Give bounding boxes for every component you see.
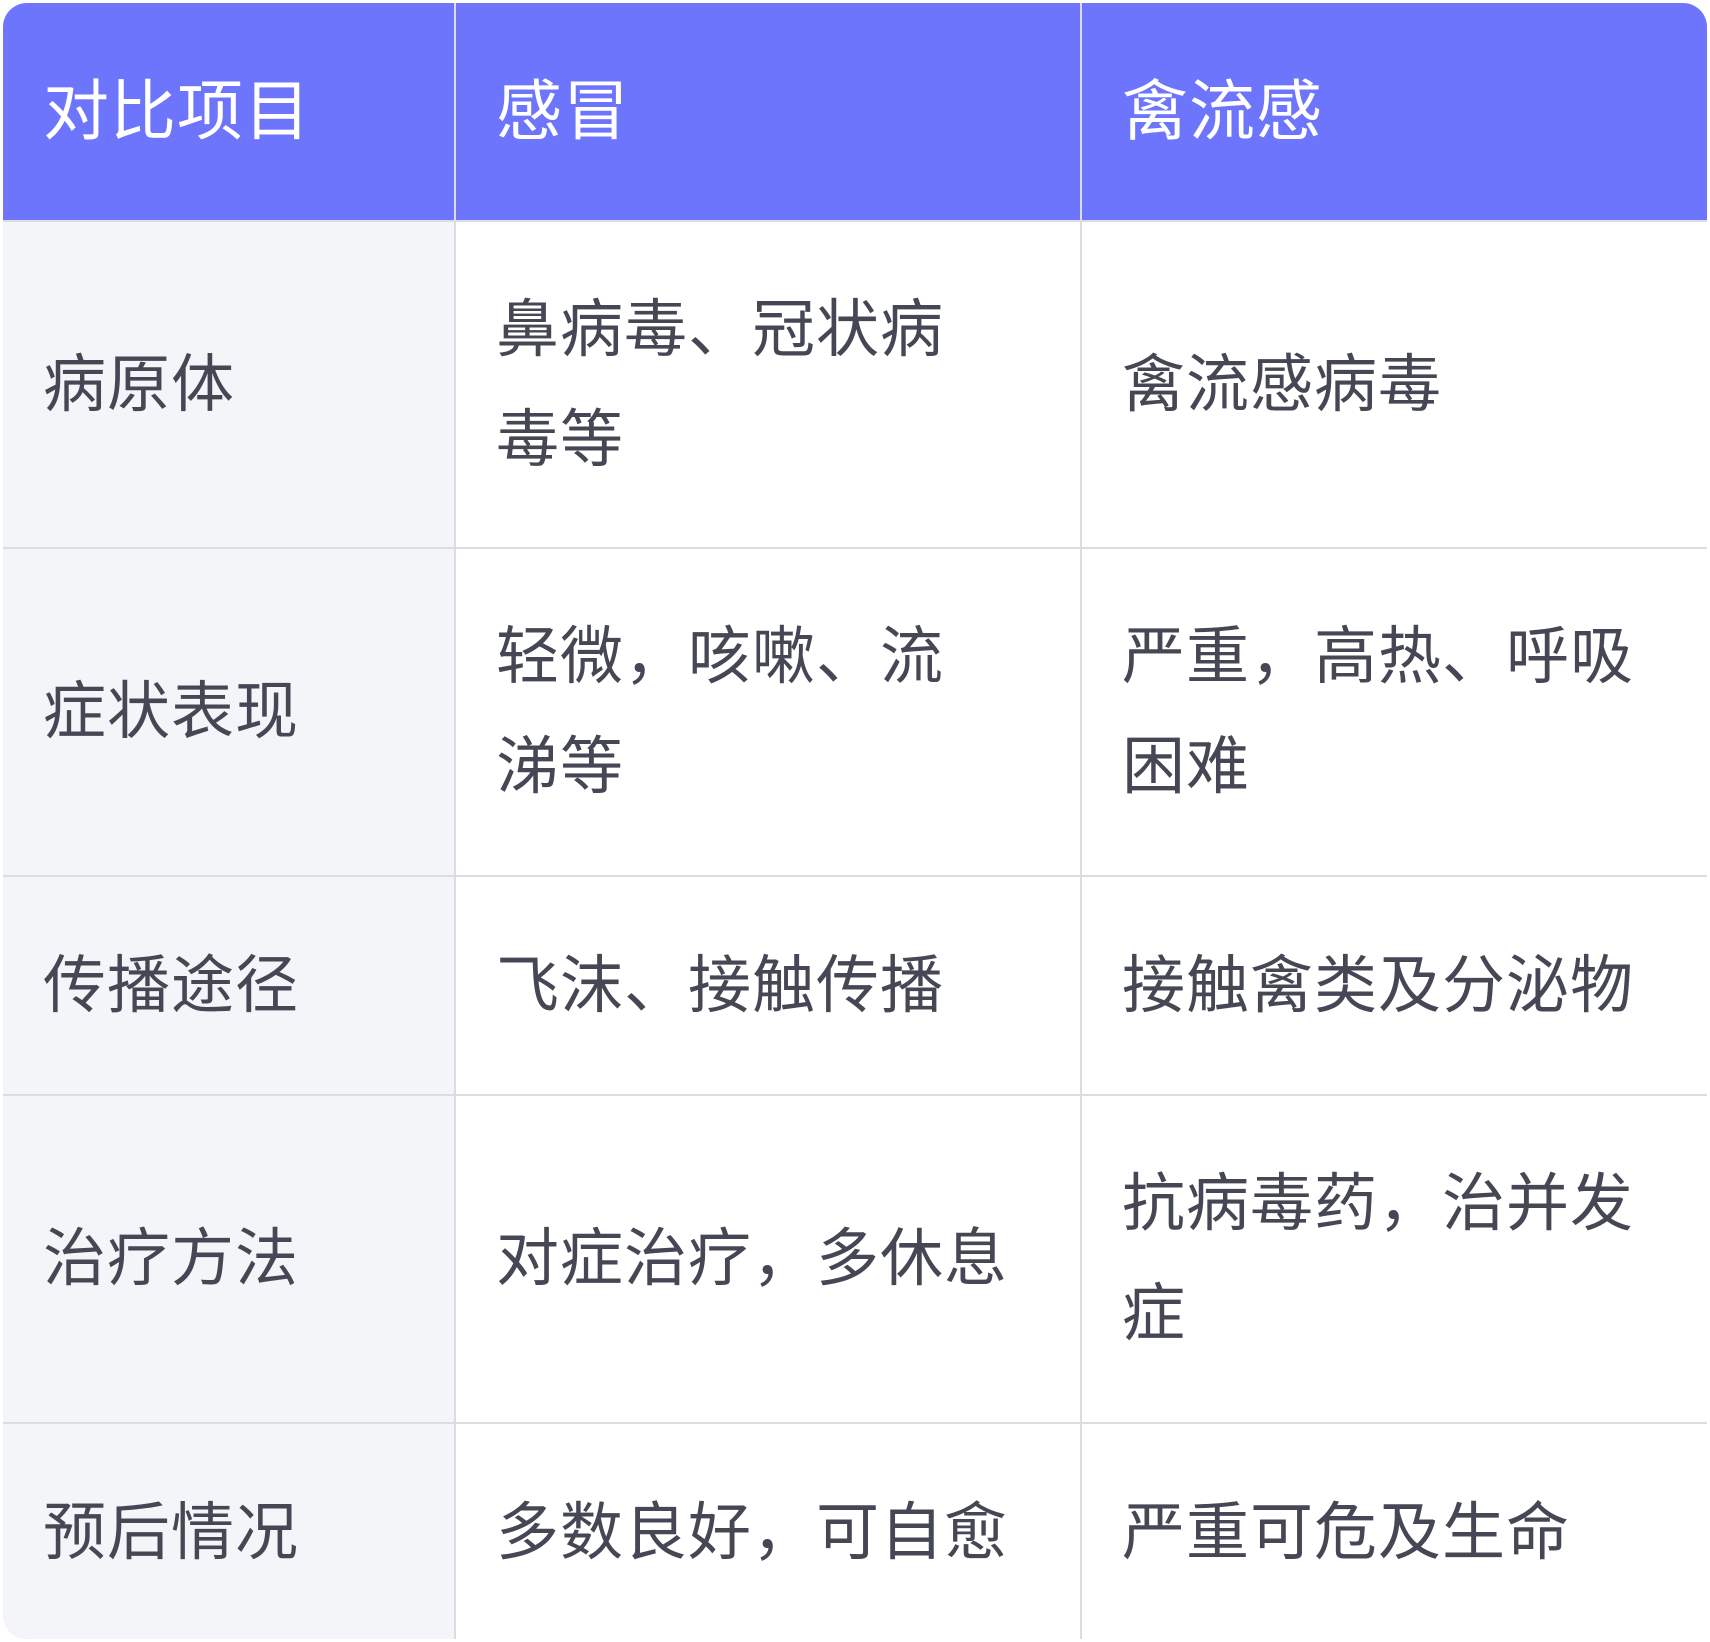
cell-text: 禽流感病毒 — [1122, 347, 1442, 421]
row-label-text: 症状表现 — [43, 675, 299, 748]
row-label-text: 病原体 — [43, 347, 235, 421]
table-cell: 禽流感病毒 — [1082, 222, 1707, 547]
table-cell: 飞沫、接触传播 — [456, 877, 1080, 1094]
cell-text: 严重，高热、呼吸困难 — [1122, 620, 1634, 803]
header-label: 对比项目 — [43, 72, 311, 150]
row-label-text: 预后情况 — [43, 1495, 299, 1569]
row-label: 预后情况 — [3, 1424, 454, 1639]
table-cell: 接触禽类及分泌物 — [1082, 877, 1707, 1094]
header-cell-cold: 感冒 — [456, 3, 1080, 220]
table-cell: 多数良好，可自愈 — [456, 1424, 1080, 1639]
table-cell: 抗病毒药，治并发症 — [1082, 1096, 1707, 1422]
row-label: 症状表现 — [3, 549, 454, 875]
cell-text: 轻微，咳嗽、流涕等 — [496, 620, 944, 803]
row-label-text: 治疗方法 — [43, 1222, 299, 1295]
row-label-text: 传播途径 — [43, 948, 299, 1022]
cell-text: 严重可危及生命 — [1122, 1495, 1570, 1569]
comparison-table: 对比项目 感冒 禽流感 病原体 鼻病毒、冠状病毒等 禽流感病毒 症状表现 轻微，… — [3, 3, 1707, 1639]
header-cell-avian-flu: 禽流感 — [1082, 3, 1707, 220]
header-label: 感冒 — [496, 72, 630, 150]
table-cell: 鼻病毒、冠状病毒等 — [456, 222, 1080, 547]
row-label: 病原体 — [3, 222, 454, 547]
cell-text: 接触禽类及分泌物 — [1122, 948, 1634, 1022]
header-cell-item: 对比项目 — [3, 3, 454, 220]
table-cell: 严重可危及生命 — [1082, 1424, 1707, 1639]
row-label: 治疗方法 — [3, 1096, 454, 1422]
cell-text: 飞沫、接触传播 — [496, 948, 944, 1022]
cell-text: 鼻病毒、冠状病毒等 — [496, 292, 944, 476]
table-cell: 对症治疗，多休息 — [456, 1096, 1080, 1422]
table-cell: 轻微，咳嗽、流涕等 — [456, 549, 1080, 875]
row-label: 传播途径 — [3, 877, 454, 1094]
cell-text: 多数良好，可自愈 — [496, 1495, 1008, 1569]
cell-text: 对症治疗，多休息 — [496, 1222, 1008, 1295]
cell-text: 抗病毒药，治并发症 — [1122, 1167, 1634, 1350]
header-label: 禽流感 — [1122, 72, 1323, 150]
table-cell: 严重，高热、呼吸困难 — [1082, 549, 1707, 875]
